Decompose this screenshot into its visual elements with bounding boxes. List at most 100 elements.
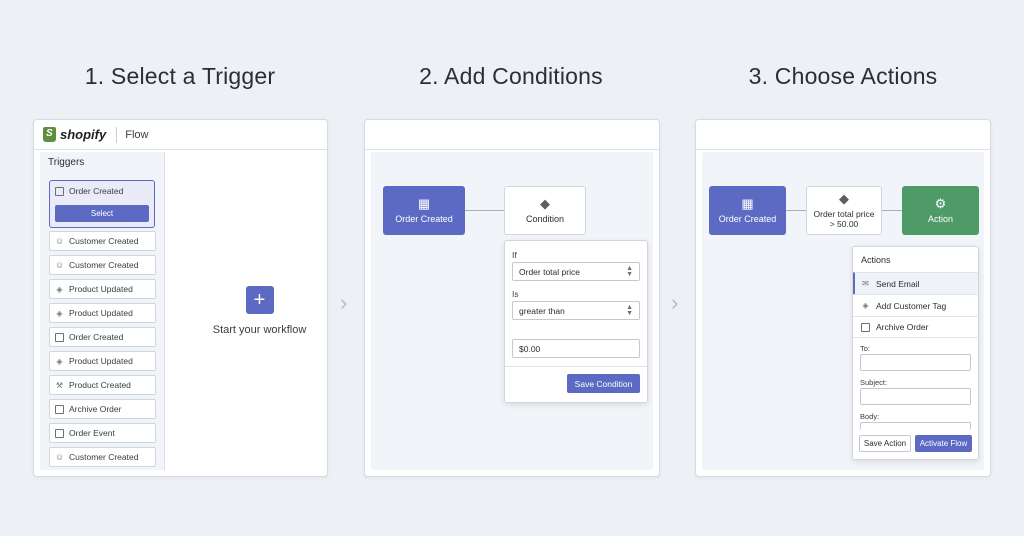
action-label: Archive Order	[876, 322, 929, 332]
action-item-archive-order[interactable]: Archive Order	[853, 316, 978, 338]
actions-popover: Actions ✉ Send Email ◈ Add Customer Tag …	[852, 246, 979, 460]
select-caret-icon: ▲ ▼	[626, 265, 633, 278]
save-action-button[interactable]: Save Action	[859, 435, 911, 452]
trigger-label: Product Created	[69, 380, 131, 390]
calendar-icon	[55, 428, 64, 438]
trigger-label: Customer Created	[69, 236, 139, 246]
amount-input[interactable]: $0.00	[512, 339, 640, 358]
selected-trigger-label: Order Created	[69, 186, 124, 196]
trigger-label: Customer Created	[69, 452, 139, 462]
chevron-right-icon: ›	[671, 290, 679, 315]
connector-line	[786, 210, 806, 211]
workflow-canvas: + Start your workflow	[198, 152, 321, 470]
operator-select[interactable]: greater than ▲ ▼	[512, 301, 640, 320]
action-node-label: Action	[927, 214, 953, 224]
diamond-icon: ◆	[839, 191, 849, 206]
trigger-label: Product Updated	[69, 308, 133, 318]
trigger-label: Archive Order	[69, 404, 122, 414]
shopify-logo[interactable]: shopify	[43, 127, 106, 142]
trigger-item[interactable]: ◈ Product Updated	[49, 279, 156, 299]
calendar-icon: ▦	[417, 196, 431, 211]
select-caret-icon: ▲ ▼	[626, 304, 633, 317]
panel-header	[365, 120, 659, 150]
condition-popover: If Order total price ▲ ▼ Is greater than …	[504, 240, 648, 403]
trigger-item[interactable]: Order Event	[49, 423, 156, 443]
diamond-icon: ◆	[540, 196, 550, 211]
trigger-label: Product Updated	[69, 356, 133, 366]
amount-value: $0.00	[519, 343, 541, 354]
calendar-icon	[55, 332, 64, 342]
tag-icon: ◈	[56, 308, 63, 318]
app-name[interactable]: Flow	[125, 129, 148, 141]
add-step-button[interactable]: +	[245, 286, 274, 314]
connector-line	[882, 210, 902, 211]
trigger-label: Order Created	[69, 332, 124, 342]
action-label: Add Customer Tag	[876, 300, 947, 311]
shopify-bag-icon	[43, 127, 56, 142]
if-label: If	[512, 250, 517, 260]
select-button[interactable]: Select	[55, 205, 149, 222]
trigger-label: Product Updated	[69, 284, 133, 294]
calendar-icon: ▦	[741, 196, 754, 211]
start-workflow-label: Start your workflow	[212, 324, 307, 336]
subject-label: Subject:	[860, 378, 888, 387]
trigger-item[interactable]: ⚒ Product Created	[49, 375, 156, 395]
trigger-node[interactable]: ▦ Order Created	[709, 186, 786, 235]
trigger-node-label: Order Created	[718, 214, 777, 224]
selected-trigger-card[interactable]: Order Created Select	[49, 180, 155, 228]
is-label: Is	[512, 289, 519, 299]
tag-icon: ◈	[56, 284, 63, 294]
trigger-item[interactable]: Order Created	[49, 327, 156, 347]
trigger-item[interactable]: ☺ Customer Created	[49, 255, 156, 275]
trigger-node-label: Order Created	[395, 214, 453, 224]
trigger-item[interactable]: Archive Order	[49, 399, 156, 419]
to-field[interactable]	[860, 354, 971, 371]
trigger-item[interactable]: ☺ Customer Created	[49, 231, 156, 251]
trigger-node[interactable]: ▦ Order Created	[383, 186, 465, 235]
conditions-panel: ▦ Order Created ◆ Condition If Order tot…	[364, 119, 660, 477]
save-condition-button[interactable]: Save Condition	[567, 374, 640, 393]
header-divider	[116, 126, 118, 143]
action-node[interactable]: ⚙ Action	[902, 186, 979, 235]
trigger-panel: shopify Flow Triggers Order Created Sele…	[33, 119, 328, 477]
brand-name: shopify	[60, 127, 107, 142]
body-field[interactable]	[860, 422, 971, 430]
step-1-title: 1. Select a Trigger	[84, 63, 276, 89]
tag-icon: ◈	[862, 301, 869, 310]
chevron-right-icon: ›	[340, 290, 348, 315]
actions-panel: ▦ Order Created ◆ Order total price > 50…	[695, 119, 991, 477]
calendar-icon	[55, 186, 64, 196]
action-item-send-email[interactable]: ✉ Send Email	[853, 272, 978, 294]
mail-icon: ✉	[862, 279, 869, 288]
archive-icon	[861, 322, 870, 332]
operator-select-value: greater than	[519, 305, 565, 316]
condition-node-value: > 50.00	[829, 219, 859, 229]
connector-line	[465, 210, 504, 211]
user-icon: ☺	[54, 260, 65, 270]
condition-node-label: Order total price	[813, 209, 875, 219]
if-select[interactable]: Order total price ▲ ▼	[512, 262, 640, 281]
wrench-icon: ⚒	[55, 380, 64, 390]
user-icon: ☺	[54, 452, 65, 462]
subject-field[interactable]	[860, 388, 971, 405]
trigger-label: Order Event	[69, 428, 115, 438]
actions-title: Actions	[861, 255, 891, 265]
trigger-item[interactable]: ◈ Product Updated	[49, 303, 156, 323]
condition-node[interactable]: ◆ Condition	[504, 186, 586, 235]
if-select-value: Order total price	[519, 266, 580, 277]
user-icon: ☺	[54, 236, 65, 246]
trigger-label: Customer Created	[69, 260, 139, 270]
sidebar-title: Triggers	[48, 157, 85, 168]
divider	[505, 366, 647, 367]
activate-flow-button[interactable]: Activate Flow	[915, 435, 972, 452]
trigger-item[interactable]: ☺ Customer Created	[49, 447, 156, 467]
gear-icon: ⚙	[934, 196, 947, 211]
step-2-title: 2. Add Conditions	[419, 63, 603, 89]
body-label: Body:	[860, 412, 880, 421]
action-item-add-customer-tag[interactable]: ◈ Add Customer Tag	[853, 294, 978, 316]
to-label: To:	[860, 344, 871, 353]
action-label: Send Email	[876, 278, 920, 289]
condition-node[interactable]: ◆ Order total price > 50.00	[806, 186, 882, 235]
panel-header	[696, 120, 990, 150]
trigger-item[interactable]: ◈ Product Updated	[49, 351, 156, 371]
